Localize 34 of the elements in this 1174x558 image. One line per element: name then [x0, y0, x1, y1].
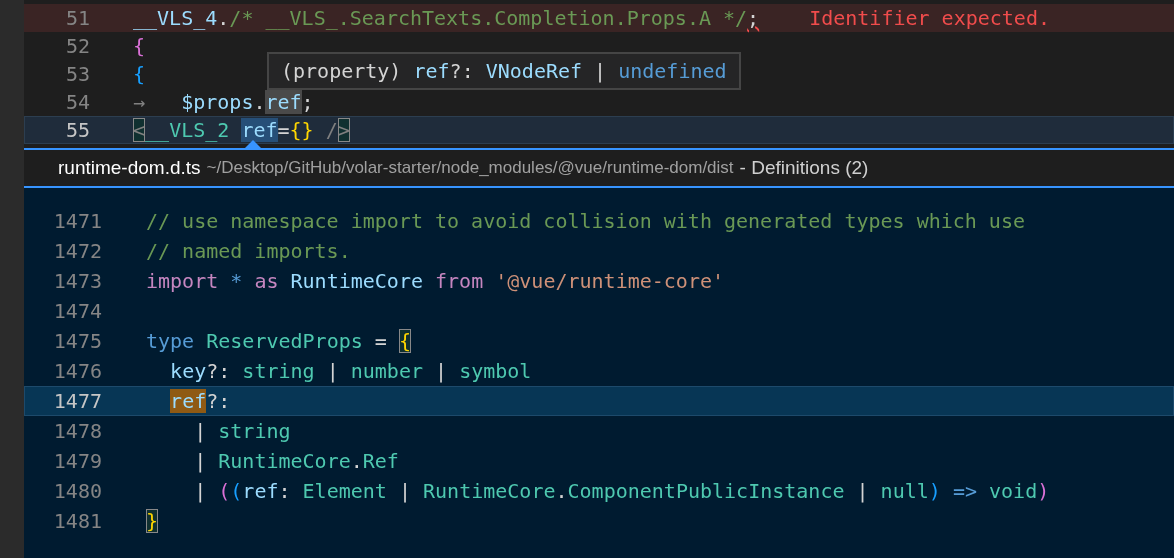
- code-line: type ReservedProps = {: [146, 329, 411, 353]
- line-number: 1478: [52, 419, 102, 443]
- code-line: <__VLS_2 ref={} />: [133, 118, 350, 142]
- line-number: 1474: [52, 299, 102, 323]
- line-number: 1471: [52, 209, 102, 233]
- line-number: 1480: [52, 479, 102, 503]
- line-number: 52: [64, 34, 90, 58]
- definitions-label: - Definitions (2): [739, 157, 869, 179]
- code-line: | ((ref: Element | RuntimeCore.ComponentPublicInstance | null) => void): [193, 479, 1050, 503]
- line-number: 55: [64, 118, 90, 142]
- line-number: 53: [64, 62, 90, 86]
- line-number: 51: [64, 6, 90, 30]
- code-line: // named imports.: [146, 239, 351, 263]
- code-line: | string: [193, 419, 291, 443]
- error-message: Identifier expected.: [809, 6, 1050, 30]
- line-number: 1477: [52, 389, 102, 413]
- file-path: ~/Desktop/GitHub/volar-starter/node_modules/@vue/runtime-dom/dist: [206, 158, 734, 178]
- line-number: 1475: [52, 329, 102, 353]
- line-number: 54: [64, 90, 90, 114]
- line-number: 1472: [52, 239, 102, 263]
- line-number: 1479: [52, 449, 102, 473]
- line-number: 1476: [52, 359, 102, 383]
- hover-tooltip: (property) ref?: VNodeRef | undefined: [267, 52, 741, 90]
- code-line: __VLS_4./* __VLS_.SearchTexts.Completion.Props.A */;: [133, 6, 760, 30]
- code-line: import * as RuntimeCore from '@vue/runtime-core': [146, 269, 725, 293]
- file-name: runtime-dom.d.ts: [58, 157, 201, 179]
- code-line: {: [133, 62, 146, 86]
- code-line: key?: string | number | symbol: [169, 359, 532, 383]
- line-number: 1473: [52, 269, 102, 293]
- line-number: 1481: [52, 509, 102, 533]
- code-line: → $props.ref;: [133, 90, 314, 114]
- code-line: {: [133, 34, 146, 58]
- code-line: // use namespace import to avoid collision with generated types which use: [146, 209, 1025, 233]
- code-line: | RuntimeCore.Ref: [193, 449, 399, 473]
